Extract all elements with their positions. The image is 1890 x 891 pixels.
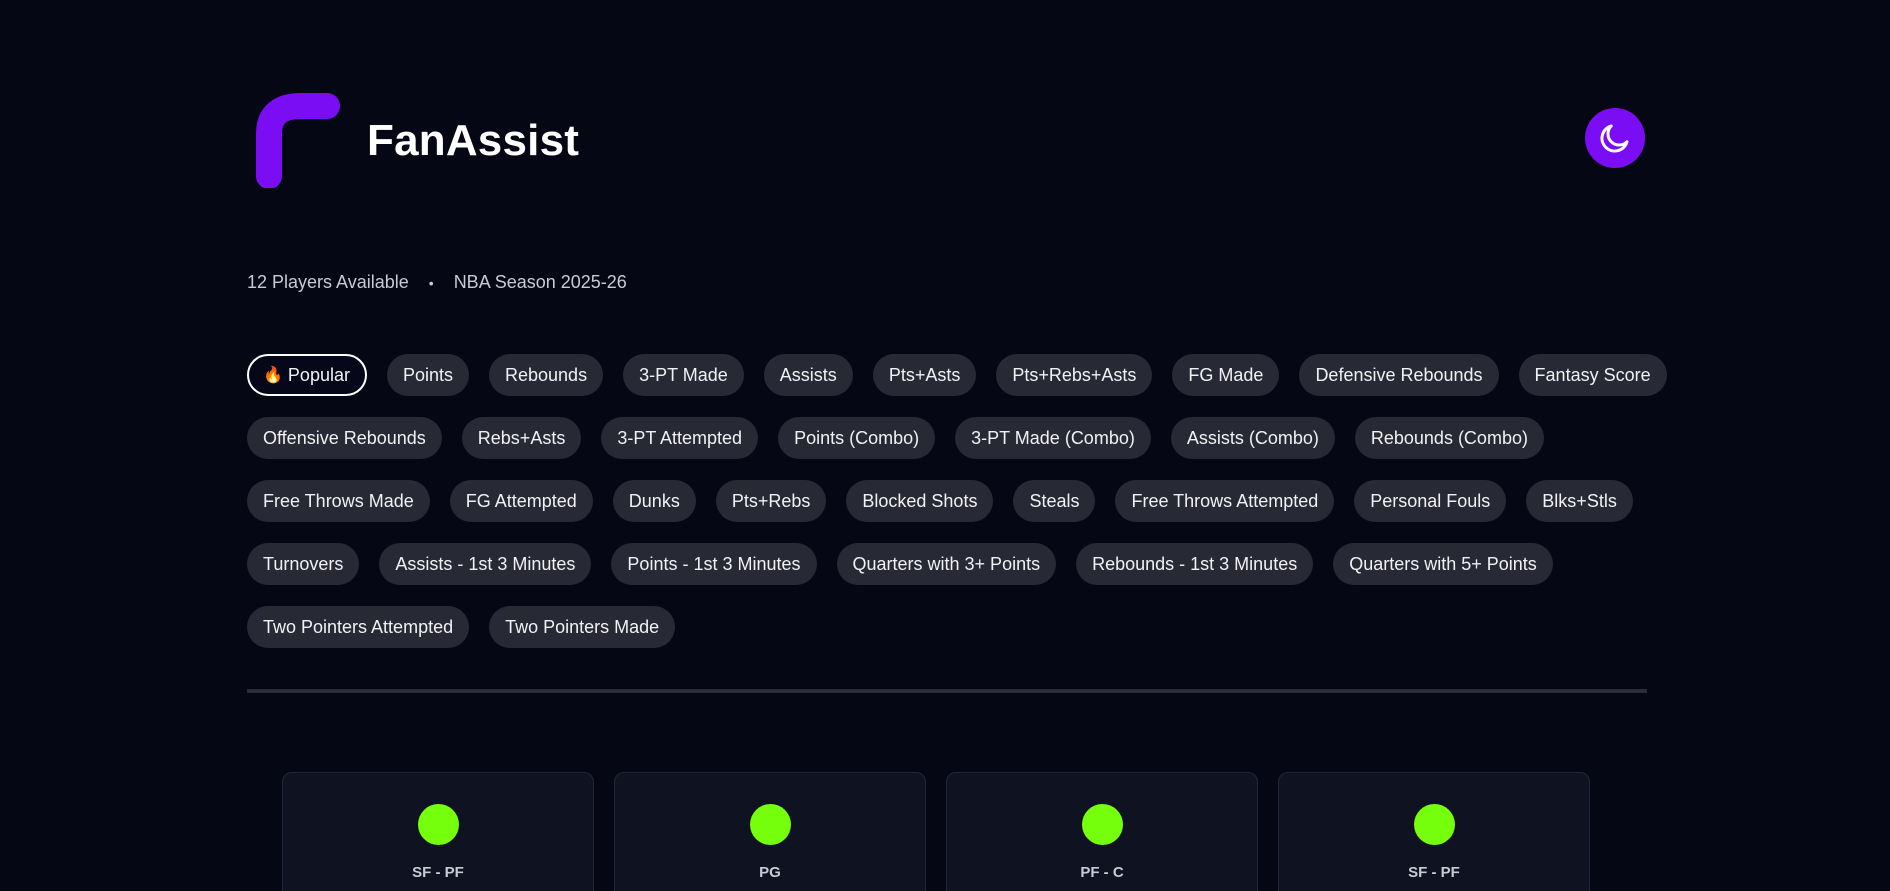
- category-chip[interactable]: Defensive Rebounds: [1299, 354, 1499, 396]
- category-chip[interactable]: Quarters with 3+ Points: [836, 543, 1057, 585]
- player-avatar: [418, 804, 459, 845]
- category-row: Free Throws Made FG Attempted Dunks Pts+Reb…: [247, 480, 1667, 522]
- category-chip[interactable]: Rebounds (Combo): [1354, 417, 1544, 459]
- category-chip-label: Fantasy Score: [1534, 364, 1651, 385]
- category-chip-label: Rebounds (Combo): [1370, 427, 1528, 448]
- category-chip[interactable]: Pts+Rebs: [715, 480, 827, 522]
- category-chip-label: Quarters with 5+ Points: [1349, 553, 1537, 574]
- category-chip[interactable]: Rebounds: [489, 354, 604, 396]
- page: FanAssist 12 Players Available • NBA Sea…: [0, 0, 1890, 891]
- category-chip-label: Points - 1st 3 Minutes: [627, 553, 801, 574]
- fire-icon: 🔥: [263, 367, 283, 384]
- player-avatar: [1414, 804, 1455, 845]
- category-chip-label: Assists: [779, 364, 837, 385]
- category-chip[interactable]: Two Pointers Attempted: [247, 606, 470, 648]
- divider: [247, 689, 1647, 693]
- category-chip-label: Assists (Combo): [1186, 427, 1319, 448]
- category-chip[interactable]: Rebs+Asts: [461, 417, 582, 459]
- category-chip[interactable]: Assists - 1st 3 Minutes: [379, 543, 592, 585]
- category-row: Turnovers Assists - 1st 3 Minutes Points -…: [247, 543, 1667, 585]
- category-filter: 🔥 Popular Points Rebounds 3-PT Made Assists Pt…: [247, 354, 1667, 669]
- moon-icon: [1600, 124, 1629, 153]
- category-chip[interactable]: Free Throws Made: [247, 480, 430, 522]
- category-chip[interactable]: 3-PT Made: [623, 354, 744, 396]
- category-chip[interactable]: Dunks: [612, 480, 696, 522]
- category-chip-label: Quarters with 3+ Points: [852, 553, 1041, 574]
- category-chip-label: Rebounds - 1st 3 Minutes: [1092, 553, 1298, 574]
- category-chip[interactable]: Points - 1st 3 Minutes: [611, 543, 817, 585]
- category-chip[interactable]: Steals: [1013, 480, 1096, 522]
- player-position: PF - C: [1080, 864, 1124, 881]
- category-chip[interactable]: FG Attempted: [449, 480, 593, 522]
- category-chip-label: Rebs+Asts: [477, 427, 566, 448]
- category-chip-label: Free Throws Attempted: [1131, 490, 1319, 511]
- category-chip[interactable]: Turnovers: [247, 543, 360, 585]
- players-count: 12 Players Available: [247, 272, 409, 292]
- category-chip-label: Turnovers: [263, 553, 344, 574]
- player-position: SF - PF: [412, 864, 464, 881]
- player-avatar: [750, 804, 791, 845]
- category-chip-label: Free Throws Made: [263, 490, 414, 511]
- category-chip[interactable]: Pts+Asts: [872, 354, 977, 396]
- category-chip-label: Two Pointers Made: [505, 616, 660, 637]
- theme-toggle-button[interactable]: [1585, 108, 1645, 168]
- category-chip[interactable]: FG Made: [1172, 354, 1280, 396]
- category-chip-label: Blocked Shots: [862, 490, 978, 511]
- player-position: PG: [759, 864, 781, 881]
- category-chip-label: Pts+Asts: [888, 364, 961, 385]
- category-chip[interactable]: 3-PT Attempted: [601, 417, 759, 459]
- player-card[interactable]: SF - PF: [1278, 772, 1590, 891]
- category-chip[interactable]: Quarters with 5+ Points: [1333, 543, 1553, 585]
- category-chip-label: Steals: [1029, 490, 1080, 511]
- player-position: SF - PF: [1408, 864, 1460, 881]
- category-chip[interactable]: Points: [386, 354, 469, 396]
- category-chip-label: Defensive Rebounds: [1315, 364, 1483, 385]
- category-chip-label: Popular: [287, 364, 350, 385]
- category-row: 🔥 Popular Points Rebounds 3-PT Made Assists Pt…: [247, 354, 1667, 396]
- category-chip-label: 3-PT Made: [639, 364, 728, 385]
- category-chip-label: 3-PT Attempted: [617, 427, 743, 448]
- category-chip[interactable]: Assists (Combo): [1170, 417, 1335, 459]
- category-chip[interactable]: 3-PT Made (Combo): [955, 417, 1151, 459]
- category-chip-label: Pts+Rebs+Asts: [1012, 364, 1137, 385]
- header: FanAssist: [247, 90, 1647, 190]
- category-chip[interactable]: Blks+Stls: [1526, 480, 1633, 522]
- category-chip-label: Offensive Rebounds: [263, 427, 426, 448]
- category-chip-label: Pts+Rebs: [731, 490, 811, 511]
- category-chip-label: 3-PT Made (Combo): [971, 427, 1135, 448]
- season-label: NBA Season 2025-26: [453, 272, 627, 292]
- meta-separator: •: [428, 274, 434, 291]
- category-chip-label: Personal Fouls: [1370, 490, 1491, 511]
- category-chip[interactable]: Offensive Rebounds: [247, 417, 442, 459]
- brand-title: FanAssist: [367, 116, 580, 165]
- category-chip-label: Dunks: [628, 490, 680, 511]
- category-chip-label: Points (Combo): [794, 427, 920, 448]
- category-chip[interactable]: Assists: [763, 354, 853, 396]
- meta-info: 12 Players Available • NBA Season 2025-2…: [247, 272, 627, 293]
- category-chip[interactable]: Rebounds - 1st 3 Minutes: [1076, 543, 1314, 585]
- player-card[interactable]: PG: [614, 772, 926, 891]
- category-chip[interactable]: Two Pointers Made: [489, 606, 676, 648]
- player-avatar: [1082, 804, 1123, 845]
- category-chip-label: Rebounds: [505, 364, 588, 385]
- category-chip[interactable]: Blocked Shots: [846, 480, 994, 522]
- category-chip-label: Two Pointers Attempted: [263, 616, 454, 637]
- category-row: Offensive Rebounds Rebs+Asts 3-PT Attempte…: [247, 417, 1667, 459]
- player-card[interactable]: SF - PF: [282, 772, 594, 891]
- category-chip[interactable]: Fantasy Score: [1518, 354, 1667, 396]
- player-card-list: SF - PF PG PF - C SF - PF: [282, 772, 1590, 891]
- category-chip-label: Points: [402, 364, 453, 385]
- category-chip[interactable]: Points (Combo): [778, 417, 936, 459]
- category-chip[interactable]: 🔥 Popular: [247, 354, 367, 396]
- category-chip-label: FG Attempted: [465, 490, 577, 511]
- category-chip[interactable]: Free Throws Attempted: [1115, 480, 1335, 522]
- category-chip-label: Assists - 1st 3 Minutes: [395, 553, 576, 574]
- category-chip[interactable]: Personal Fouls: [1354, 480, 1507, 522]
- player-card[interactable]: PF - C: [946, 772, 1258, 891]
- fanassist-logo-icon[interactable]: [255, 92, 343, 189]
- category-row: Two Pointers Attempted Two Pointers Made: [247, 606, 1667, 648]
- category-chip-label: Blks+Stls: [1542, 490, 1617, 511]
- category-chip[interactable]: Pts+Rebs+Asts: [996, 354, 1153, 396]
- category-chip-label: FG Made: [1188, 364, 1264, 385]
